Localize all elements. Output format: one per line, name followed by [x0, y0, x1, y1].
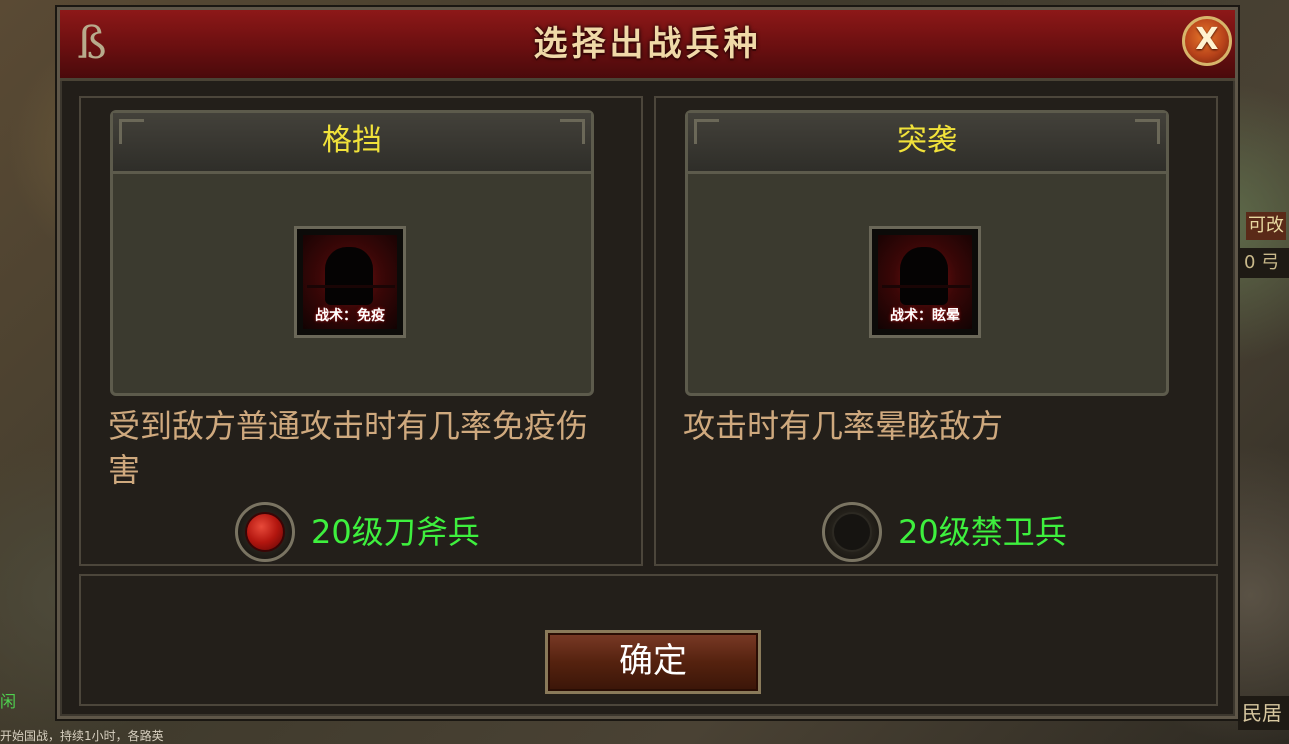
warrior-silhouette-icon	[325, 247, 373, 305]
radio-button-selected[interactable]	[235, 502, 295, 562]
unit-label[interactable]: 20级刀斧兵	[311, 502, 480, 562]
close-button[interactable]: X	[1182, 16, 1232, 66]
background-idle-label: 闲	[0, 692, 17, 711]
card-title-block: 格挡	[322, 123, 382, 158]
skill-card-raid: 突袭 战术：眩晕	[685, 110, 1169, 396]
skill-card-block: 格挡 战术：免疫	[110, 110, 594, 396]
warrior-silhouette-icon	[900, 247, 948, 305]
spear-icon	[307, 285, 395, 288]
background-bow-label: 0 弓	[1240, 248, 1289, 278]
confirm-button[interactable]: 确定	[545, 630, 761, 694]
option-panel-raid: 突袭 战术：眩晕 攻击时有几率晕眩敌方 20级禁卫兵	[654, 96, 1218, 566]
background-editable-label: 可改	[1246, 212, 1286, 240]
skill-immunity-icon: 战术：免疫	[294, 226, 406, 338]
radio-dot-icon	[832, 512, 872, 552]
dialog-title: 选择出战兵种	[533, 24, 762, 64]
card-title-raid: 突袭	[897, 123, 957, 158]
skill-stun-icon: 战术：眩晕	[869, 226, 981, 338]
option-panel-block: 格挡 战术：免疫 受到敌方普通攻击时有几率免疫伤害 20级刀斧兵	[79, 96, 643, 566]
card-header: 突袭	[688, 113, 1166, 174]
spear-icon	[882, 285, 970, 288]
background-residence-label: 民居	[1238, 696, 1289, 730]
unit-label[interactable]: 20级禁卫兵	[898, 502, 1067, 562]
radio-dot-icon	[245, 512, 285, 552]
skill-art: 战术：眩晕	[878, 235, 972, 329]
background-news-ticker: 开始国战，持续1小时，各路英	[0, 729, 164, 743]
card-header: 格挡	[113, 113, 591, 174]
skill-description: 攻击时有几率晕眩敌方	[683, 407, 1004, 445]
skill-label: 战术：眩晕	[890, 308, 960, 324]
skill-art: 战术：免疫	[303, 235, 397, 329]
skill-description: 受到敌方普通攻击时有几率免疫伤害	[108, 407, 589, 489]
radio-button[interactable]	[822, 502, 882, 562]
dialog-title-bar: ß 选择出战兵种 X	[60, 10, 1235, 81]
action-panel: 确定	[79, 574, 1218, 706]
select-troop-dialog: ß 选择出战兵种 X 格挡 战术：免疫 受到敌方普通攻击时有几率免疫伤害 20级…	[57, 7, 1238, 719]
skill-label: 战术：免疫	[315, 308, 385, 324]
